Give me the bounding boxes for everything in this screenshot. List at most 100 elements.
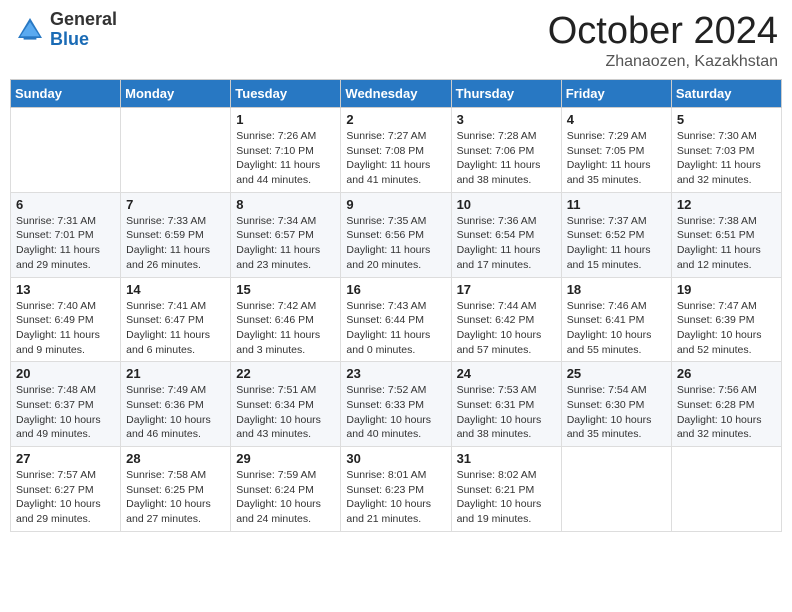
day-number: 18 [567,282,666,297]
day-info: Sunrise: 7:46 AM Sunset: 6:41 PM Dayligh… [567,299,666,358]
day-number: 4 [567,112,666,127]
day-number: 22 [236,366,335,381]
day-number: 1 [236,112,335,127]
calendar-cell: 13Sunrise: 7:40 AM Sunset: 6:49 PM Dayli… [11,277,121,362]
calendar-cell: 26 Sunrise: 7:56 AM Sunset: 6:28 PM Dayli… [671,362,781,447]
day-info: Sunrise: 7:36 AM Sunset: 6:54 PM Dayligh… [457,214,556,273]
day-number: 29 [236,451,335,466]
day-info: Sunrise: 7:35 AM Sunset: 6:56 PM Dayligh… [346,214,445,273]
calendar-cell: 28 Sunrise: 7:58 AM Sunset: 6:25 PM Dayli… [121,447,231,532]
day-info: Sunrise: 7:33 AM Sunset: 6:59 PM Dayligh… [126,214,225,273]
weekday-header: Friday [561,80,671,108]
day-number: 20 [16,366,115,381]
day-number: 30 [346,451,445,466]
calendar-cell: 30Sunrise: 8:01 AM Sunset: 6:23 PM Dayli… [341,447,451,532]
page-header: General Blue October 2024 Zhanaozen, Kaz… [10,10,782,71]
calendar-week-row: 27Sunrise: 7:57 AM Sunset: 6:27 PM Dayli… [11,447,782,532]
calendar-cell [671,447,781,532]
day-info: Sunrise: 7:49 AM Sunset: 6:36 PM Dayligh… [126,383,225,442]
calendar-cell: 25Sunrise: 7:54 AM Sunset: 6:30 PM Dayli… [561,362,671,447]
day-info: Sunrise: 7:29 AM Sunset: 7:05 PM Dayligh… [567,129,666,188]
calendar-cell: 11Sunrise: 7:37 AM Sunset: 6:52 PM Dayli… [561,192,671,277]
day-info: Sunrise: 7:38 AM Sunset: 6:51 PM Dayligh… [677,214,776,273]
calendar-cell: 24Sunrise: 7:53 AM Sunset: 6:31 PM Dayli… [451,362,561,447]
calendar-cell: 3 Sunrise: 7:28 AM Sunset: 7:06 PM Daylig… [451,108,561,193]
calendar-cell: 20 Sunrise: 7:48 AM Sunset: 6:37 PM Dayli… [11,362,121,447]
day-info: Sunrise: 7:40 AM Sunset: 6:49 PM Dayligh… [16,299,115,358]
day-info: Sunrise: 7:52 AM Sunset: 6:33 PM Dayligh… [346,383,445,442]
day-number: 10 [457,197,556,212]
day-number: 17 [457,282,556,297]
day-info: Sunrise: 7:34 AM Sunset: 6:57 PM Dayligh… [236,214,335,273]
day-info: Sunrise: 7:54 AM Sunset: 6:30 PM Dayligh… [567,383,666,442]
calendar-cell: 9 Sunrise: 7:35 AM Sunset: 6:56 PM Daylig… [341,192,451,277]
day-info: Sunrise: 7:41 AM Sunset: 6:47 PM Dayligh… [126,299,225,358]
calendar-cell: 15 Sunrise: 7:42 AM Sunset: 6:46 PM Dayli… [231,277,341,362]
calendar-cell: 27Sunrise: 7:57 AM Sunset: 6:27 PM Dayli… [11,447,121,532]
day-number: 8 [236,197,335,212]
day-number: 19 [677,282,776,297]
day-info: Sunrise: 7:47 AM Sunset: 6:39 PM Dayligh… [677,299,776,358]
logo-blue-text: Blue [50,30,117,50]
calendar-cell: 4 Sunrise: 7:29 AM Sunset: 7:05 PM Daylig… [561,108,671,193]
calendar-week-row: 6 Sunrise: 7:31 AM Sunset: 7:01 PM Daylig… [11,192,782,277]
day-info: Sunrise: 7:31 AM Sunset: 7:01 PM Dayligh… [16,214,115,273]
day-info: Sunrise: 7:26 AM Sunset: 7:10 PM Dayligh… [236,129,335,188]
day-number: 21 [126,366,225,381]
logo-icon [14,14,46,46]
day-number: 26 [677,366,776,381]
weekday-header: Sunday [11,80,121,108]
calendar-cell [11,108,121,193]
day-info: Sunrise: 8:02 AM Sunset: 6:21 PM Dayligh… [457,468,556,527]
calendar-cell: 5 Sunrise: 7:30 AM Sunset: 7:03 PM Daylig… [671,108,781,193]
day-number: 11 [567,197,666,212]
title-block: October 2024 Zhanaozen, Kazakhstan [548,10,778,71]
day-info: Sunrise: 7:43 AM Sunset: 6:44 PM Dayligh… [346,299,445,358]
day-info: Sunrise: 7:27 AM Sunset: 7:08 PM Dayligh… [346,129,445,188]
day-number: 3 [457,112,556,127]
calendar-cell: 23 Sunrise: 7:52 AM Sunset: 6:33 PM Dayli… [341,362,451,447]
day-info: Sunrise: 7:30 AM Sunset: 7:03 PM Dayligh… [677,129,776,188]
day-info: Sunrise: 7:28 AM Sunset: 7:06 PM Dayligh… [457,129,556,188]
day-number: 9 [346,197,445,212]
calendar-cell: 21 Sunrise: 7:49 AM Sunset: 6:36 PM Dayli… [121,362,231,447]
weekday-header: Tuesday [231,80,341,108]
day-number: 28 [126,451,225,466]
day-info: Sunrise: 7:56 AM Sunset: 6:28 PM Dayligh… [677,383,776,442]
day-number: 6 [16,197,115,212]
day-info: Sunrise: 7:48 AM Sunset: 6:37 PM Dayligh… [16,383,115,442]
day-number: 15 [236,282,335,297]
day-number: 2 [346,112,445,127]
day-number: 23 [346,366,445,381]
day-info: Sunrise: 7:44 AM Sunset: 6:42 PM Dayligh… [457,299,556,358]
logo-text: General Blue [50,10,117,50]
calendar-cell: 7Sunrise: 7:33 AM Sunset: 6:59 PM Daylig… [121,192,231,277]
calendar-week-row: 1 Sunrise: 7:26 AM Sunset: 7:10 PM Daylig… [11,108,782,193]
day-info: Sunrise: 7:42 AM Sunset: 6:46 PM Dayligh… [236,299,335,358]
day-number: 5 [677,112,776,127]
day-number: 12 [677,197,776,212]
month-title: October 2024 [548,10,778,53]
day-number: 24 [457,366,556,381]
calendar-header-row: SundayMondayTuesdayWednesdayThursdayFrid… [11,80,782,108]
location: Zhanaozen, Kazakhstan [548,53,778,71]
day-info: Sunrise: 7:59 AM Sunset: 6:24 PM Dayligh… [236,468,335,527]
calendar-week-row: 20 Sunrise: 7:48 AM Sunset: 6:37 PM Dayli… [11,362,782,447]
logo: General Blue [14,10,117,50]
day-number: 16 [346,282,445,297]
calendar-cell: 16 Sunrise: 7:43 AM Sunset: 6:44 PM Dayli… [341,277,451,362]
day-info: Sunrise: 7:51 AM Sunset: 6:34 PM Dayligh… [236,383,335,442]
logo-general-text: General [50,10,117,30]
calendar-cell: 1 Sunrise: 7:26 AM Sunset: 7:10 PM Daylig… [231,108,341,193]
calendar-cell: 14 Sunrise: 7:41 AM Sunset: 6:47 PM Dayli… [121,277,231,362]
calendar-cell: 6 Sunrise: 7:31 AM Sunset: 7:01 PM Daylig… [11,192,121,277]
weekday-header: Wednesday [341,80,451,108]
calendar-cell: 17 Sunrise: 7:44 AM Sunset: 6:42 PM Dayli… [451,277,561,362]
calendar-cell: 29 Sunrise: 7:59 AM Sunset: 6:24 PM Dayli… [231,447,341,532]
day-info: Sunrise: 7:58 AM Sunset: 6:25 PM Dayligh… [126,468,225,527]
calendar-week-row: 13Sunrise: 7:40 AM Sunset: 6:49 PM Dayli… [11,277,782,362]
day-number: 27 [16,451,115,466]
day-number: 14 [126,282,225,297]
calendar-cell: 10 Sunrise: 7:36 AM Sunset: 6:54 PM Dayli… [451,192,561,277]
calendar-cell: 12 Sunrise: 7:38 AM Sunset: 6:51 PM Dayli… [671,192,781,277]
